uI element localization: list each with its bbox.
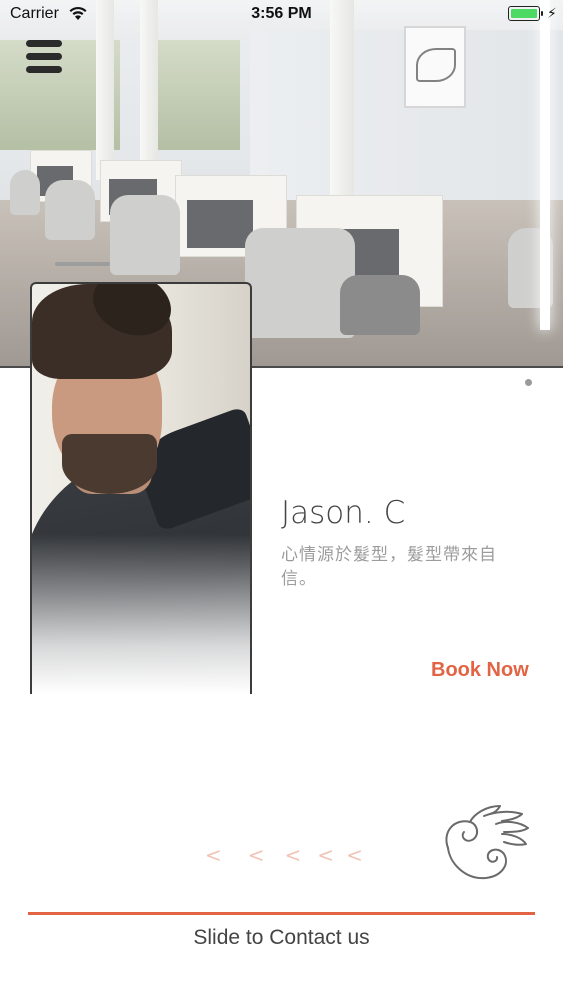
carousel-dot[interactable] — [510, 379, 517, 386]
charging-bolt-icon: ⚡︎ — [547, 5, 557, 21]
status-bar: Carrier 3:56 PM ⚡︎ — [0, 0, 563, 30]
stylist-photo — [30, 282, 252, 694]
winged-swirl-logo-icon — [445, 805, 529, 880]
hamburger-menu-icon[interactable] — [26, 40, 62, 74]
swipe-arrow: < — [317, 843, 335, 867]
swipe-arrow: < — [346, 843, 363, 867]
carousel-page-indicator — [510, 379, 532, 386]
battery-fill — [511, 9, 537, 18]
stylist-name: Jason. C — [281, 495, 406, 531]
contact-slider-track[interactable] — [28, 912, 535, 915]
swipe-arrow: < — [247, 843, 265, 867]
clock-time: 3:56 PM — [251, 5, 312, 22]
book-now-button[interactable]: Book Now — [431, 659, 529, 682]
swipe-arrow: < — [205, 843, 222, 867]
stylist-tagline: 心情源於髮型，髮型帶來自信。 — [281, 545, 497, 589]
swipe-arrow: < — [284, 843, 302, 867]
swipe-hint-arrows: < < < < < — [205, 843, 363, 867]
carousel-dot[interactable] — [525, 379, 532, 386]
battery-icon — [508, 6, 543, 21]
slide-to-contact-label[interactable]: Slide to Contact us — [0, 926, 563, 950]
